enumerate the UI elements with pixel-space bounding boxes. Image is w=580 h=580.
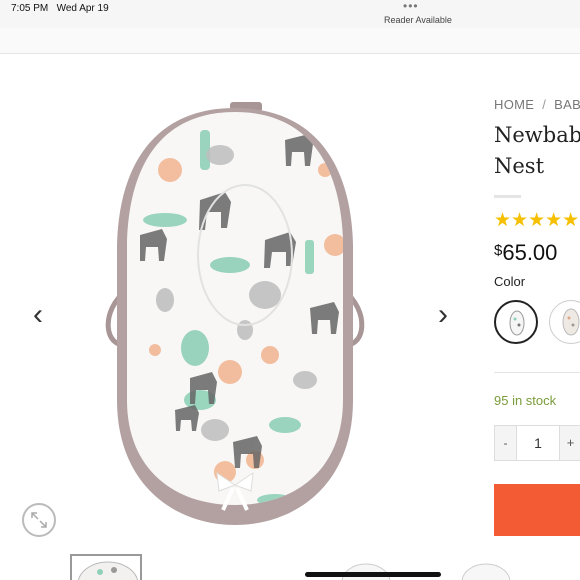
product-title: Newbaby Nest: [494, 120, 580, 182]
reader-available-label[interactable]: Reader Available: [384, 15, 452, 25]
product-title-line1: Newbaby: [494, 123, 580, 147]
quantity-decrease-button[interactable]: -: [495, 426, 517, 460]
rating-stars[interactable]: ★★★★★: [494, 209, 579, 232]
status-time: 7:05 PM: [11, 3, 49, 14]
quantity-stepper: - +: [494, 425, 580, 461]
product-title-line2: Nest: [494, 154, 545, 178]
quantity-increase-button[interactable]: +: [559, 426, 580, 460]
home-indicator: [305, 572, 441, 577]
thumbnail-1[interactable]: [70, 554, 142, 580]
thumbnail-strip: [0, 554, 580, 580]
expand-icon[interactable]: [22, 503, 56, 537]
color-swatch-2[interactable]: [549, 300, 580, 344]
status-date: Wed Apr 19: [56, 3, 109, 14]
color-swatch-1[interactable]: [494, 300, 538, 344]
multitask-dots-icon[interactable]: •••: [403, 0, 419, 13]
stock-status: 95 in stock: [494, 393, 557, 408]
info-divider: [494, 372, 580, 373]
product-image[interactable]: [105, 100, 365, 532]
title-divider: [494, 195, 521, 198]
color-label: Color: [494, 274, 526, 289]
status-time-date: 7:05 PM Wed Apr 19: [11, 3, 109, 14]
breadcrumb-home[interactable]: HOME: [494, 97, 534, 112]
swatch-image-1: [509, 310, 525, 336]
price-amount: 65.00: [502, 240, 558, 265]
breadcrumb-separator: /: [542, 97, 547, 112]
product-price: $65.00: [494, 240, 557, 266]
breadcrumb-baby[interactable]: BABY: [554, 97, 580, 112]
browser-toolbar: [0, 28, 580, 54]
quantity-input[interactable]: [517, 426, 559, 460]
add-to-cart-button[interactable]: [494, 484, 580, 536]
chevron-left-icon[interactable]: ‹: [25, 298, 51, 332]
status-bar: 7:05 PM Wed Apr 19 ••• Reader Available: [0, 0, 580, 28]
swatch-image-2: [562, 308, 580, 336]
chevron-right-icon[interactable]: ›: [430, 298, 456, 332]
thumbnail-3[interactable]: [450, 554, 522, 580]
breadcrumb: HOME / BABY: [494, 97, 580, 112]
